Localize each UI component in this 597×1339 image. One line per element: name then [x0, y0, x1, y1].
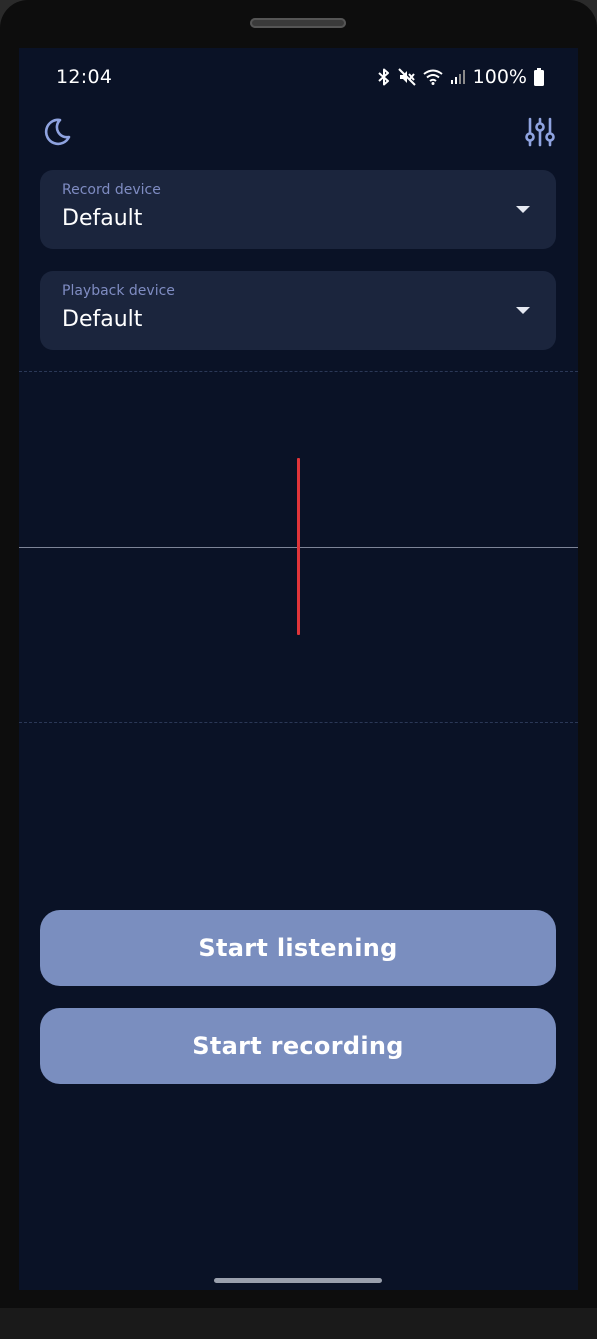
battery-icon: [534, 68, 544, 86]
app-screen: 12:04 100% Record device Default Playbac…: [19, 48, 578, 1290]
waveform-bottom-guide: [19, 722, 578, 723]
playback-device-dropdown[interactable]: Playback device Default: [40, 271, 556, 350]
phone-frame: 12:04 100% Record device Default Playbac…: [0, 0, 597, 1339]
status-time: 12:04: [56, 66, 113, 88]
bluetooth-icon: [377, 68, 391, 86]
home-indicator[interactable]: [214, 1278, 382, 1283]
start-recording-button[interactable]: Start recording: [40, 1008, 556, 1084]
moon-icon[interactable]: [39, 114, 75, 150]
playback-device-label: Playback device: [62, 283, 175, 299]
waveform-top-guide: [19, 371, 578, 372]
earpiece-speaker: [250, 18, 346, 28]
start-listening-button[interactable]: Start listening: [40, 910, 556, 986]
chevron-down-icon: [516, 206, 530, 213]
signal-icon: [450, 69, 466, 85]
status-icons: 100%: [377, 66, 544, 88]
chevron-down-icon: [516, 307, 530, 314]
tune-sliders-icon[interactable]: [522, 114, 558, 150]
playhead-cursor: [297, 458, 300, 635]
status-bar: 12:04 100%: [19, 48, 578, 110]
playback-device-value: Default: [62, 307, 143, 332]
battery-percent: 100%: [472, 66, 527, 88]
record-device-dropdown[interactable]: Record device Default: [40, 170, 556, 249]
record-device-label: Record device: [62, 182, 161, 198]
waveform-visualizer: [19, 371, 578, 723]
mute-icon: [397, 68, 416, 86]
bottom-bezel: [0, 1308, 597, 1339]
record-device-value: Default: [62, 206, 143, 231]
wifi-icon: [423, 69, 443, 85]
